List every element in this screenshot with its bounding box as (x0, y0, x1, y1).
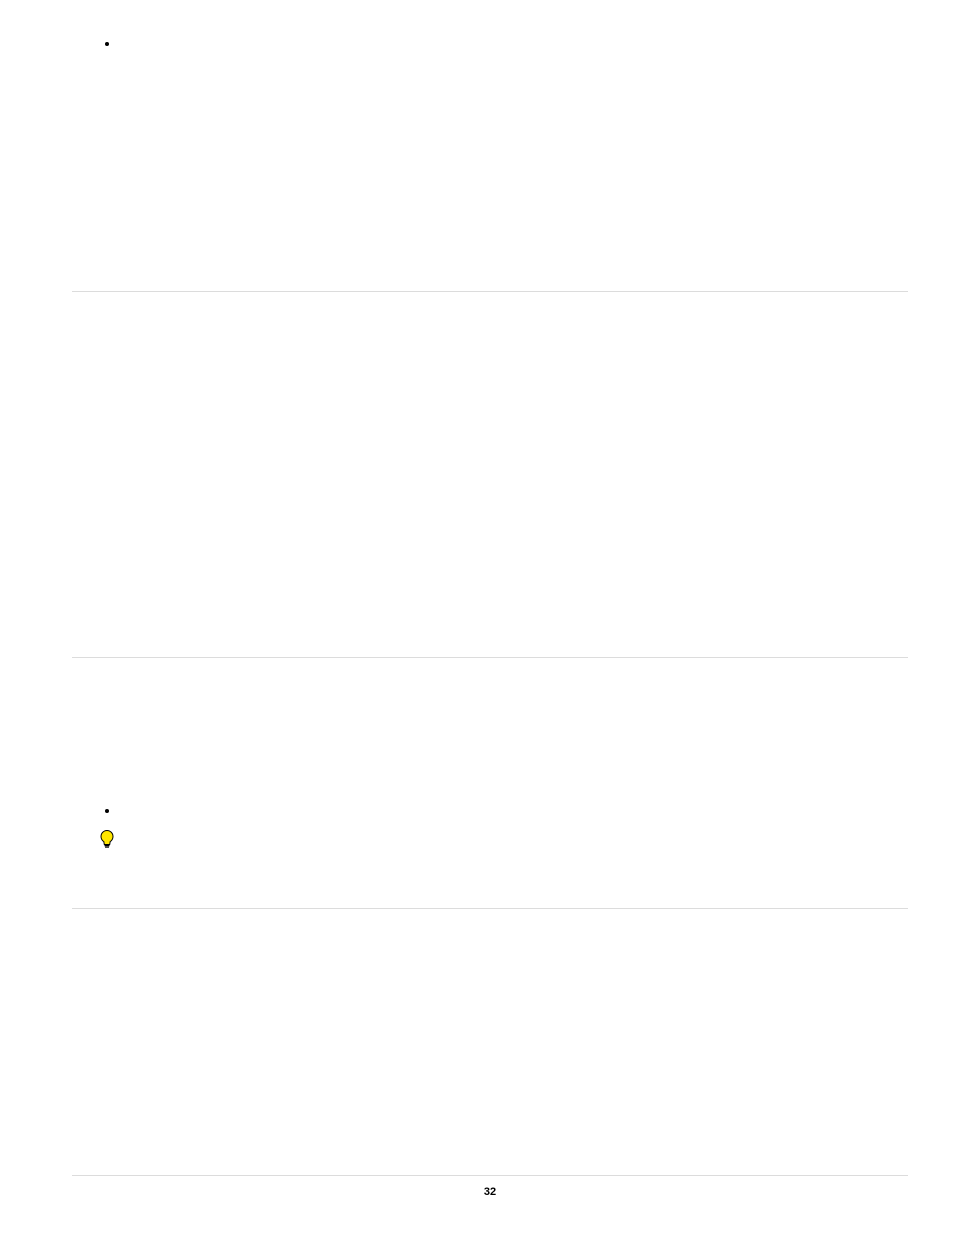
page-number: 32 (72, 1186, 908, 1198)
bullet-icon (105, 42, 109, 46)
page-footer: 32 (72, 1175, 908, 1198)
bullet-icon (105, 809, 109, 813)
divider (72, 291, 908, 292)
divider (72, 908, 908, 909)
lightbulb-icon (100, 830, 114, 849)
divider (72, 657, 908, 658)
content-area: 32 (72, 0, 908, 1235)
document-page: 32 (0, 0, 954, 1235)
footer-divider (72, 1175, 908, 1176)
